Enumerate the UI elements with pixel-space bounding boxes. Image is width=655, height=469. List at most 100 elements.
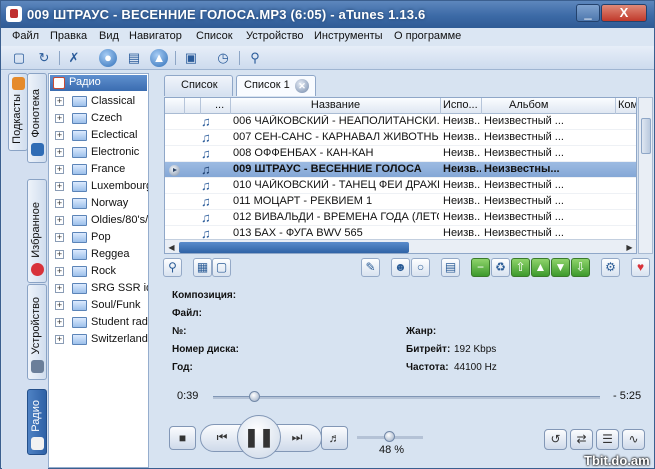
menu-about[interactable]: О программе [394, 30, 461, 42]
tree-item[interactable]: + Oldies/80's/ [49, 212, 148, 229]
stop-button[interactable]: ■ [169, 426, 196, 450]
settings-icon[interactable]: ⚙ [601, 258, 620, 277]
expand-icon[interactable]: + [55, 182, 64, 191]
tree-item[interactable]: + Classical [49, 93, 148, 110]
menu-navigator[interactable]: Навигатор [129, 30, 182, 42]
volume-slider[interactable] [357, 431, 423, 443]
tree-item[interactable]: + Soul/Funk [49, 297, 148, 314]
search-icon[interactable]: ⚲ [163, 258, 182, 277]
table-row[interactable]: ♫ 011 МОЦАРТ - РЕКВИЕМ 1 Неизв... Неизвестн… [165, 194, 636, 210]
tab-device[interactable]: Устройство [27, 284, 47, 380]
tab-playlist[interactable]: Список [164, 75, 233, 96]
expand-icon[interactable]: + [55, 301, 64, 310]
heart-icon[interactable]: ♥ [631, 258, 650, 277]
tree-item[interactable]: + Pop [49, 229, 148, 246]
scroll-right-icon[interactable]: ▶ [624, 242, 635, 253]
menu-playlist[interactable]: Список [196, 30, 233, 42]
vertical-scrollbar[interactable] [638, 97, 653, 254]
playlist-mode-button[interactable]: ☰ [596, 429, 619, 450]
col-comment[interactable]: Ком [616, 98, 636, 114]
volume-knob[interactable] [383, 431, 395, 442]
table-row[interactable]: ♫ 007 СЕН-САНС - КАРНАВАЛ ЖИВОТНЫ... Неизв… [165, 130, 636, 146]
edit-tags-icon[interactable]: ✎ [361, 258, 380, 277]
add-files-icon[interactable]: ▦ [193, 258, 212, 277]
horizontal-scrollbar[interactable]: ◀ ▶ [165, 239, 636, 253]
expand-icon[interactable]: + [55, 233, 64, 242]
table-row[interactable]: ♫ 012 ВИВАЛЬДИ - ВРЕМЕНА ГОДА (ЛЕТО) Неизв… [165, 210, 636, 226]
col-more[interactable]: ... [201, 98, 231, 114]
expand-icon[interactable]: + [55, 97, 64, 106]
menu-tools[interactable]: Инструменты [314, 30, 383, 42]
menu-view[interactable]: Вид [99, 30, 119, 42]
shuffle-button[interactable]: ⇄ [570, 429, 593, 450]
minimize-button[interactable]: _ [576, 4, 600, 22]
open-folder-icon[interactable]: ▢ [212, 258, 231, 277]
search-icon[interactable]: ⚲ [246, 49, 264, 67]
window-icon[interactable]: ▤ [125, 49, 143, 67]
folder-icon[interactable]: ▢ [10, 49, 28, 67]
tree-item[interactable]: + Rock [49, 263, 148, 280]
move-down-icon[interactable]: ▼ [551, 258, 570, 277]
expand-icon[interactable]: + [55, 131, 64, 140]
menu-edit[interactable]: Правка [50, 30, 87, 42]
col-favorite[interactable] [185, 98, 201, 114]
tab-podcasts[interactable]: Подкасты [8, 73, 28, 151]
cd-icon[interactable]: ○ [411, 258, 430, 277]
repeat-button[interactable]: ↺ [544, 429, 567, 450]
globe-icon[interactable]: ● [99, 49, 117, 67]
tree-item[interactable]: + Electronic [49, 144, 148, 161]
tree-item[interactable]: + Norway [49, 195, 148, 212]
col-play[interactable] [165, 98, 185, 114]
pause-button[interactable]: ❚❚ [237, 415, 281, 459]
horizontal-scroll-thumb[interactable] [179, 242, 409, 253]
table-row[interactable]: ♫ 009 ШТРАУС - ВЕСЕННИЕ ГОЛОСА Неизв...Неи… [165, 162, 636, 178]
scroll-left-icon[interactable]: ◀ [166, 242, 177, 253]
menu-file[interactable]: Файл [12, 30, 39, 42]
expand-icon[interactable]: + [55, 267, 64, 276]
expand-icon[interactable]: + [55, 284, 64, 293]
clear-icon[interactable]: ♻ [491, 258, 510, 277]
move-bottom-icon[interactable]: ⇩ [571, 258, 590, 277]
progress-knob[interactable] [249, 391, 261, 402]
move-up-icon[interactable]: ▲ [531, 258, 550, 277]
close-tab-icon[interactable]: ✕ [295, 79, 309, 93]
col-artist[interactable]: Испо... [441, 98, 482, 114]
tree-item[interactable]: + Luxembourg [49, 178, 148, 195]
vertical-scroll-thumb[interactable] [641, 118, 651, 154]
tab-favorites[interactable]: Избранное [27, 179, 47, 283]
table-row[interactable]: ♫ 006 ЧАЙКОВСКИЙ - НЕАПОЛИТАНСКИ... Неизв.… [165, 114, 636, 130]
expand-icon[interactable]: + [55, 114, 64, 123]
tree-item[interactable]: + Eclectical [49, 127, 148, 144]
tree-item[interactable]: + Student rad [49, 314, 148, 331]
close-button[interactable]: X [601, 4, 647, 22]
equalizer-button[interactable]: ∿ [622, 429, 645, 450]
tree-item[interactable]: + SRG SSR ide [49, 280, 148, 297]
upload-icon[interactable]: ▲ [150, 49, 168, 67]
artist-info-icon[interactable]: ☻ [391, 258, 410, 277]
previous-button[interactable]: ⏮ [210, 428, 234, 448]
col-title[interactable]: Название [231, 98, 441, 114]
radio-tree-header[interactable]: Радио [50, 75, 147, 91]
menu-device[interactable]: Устройство [246, 30, 304, 42]
expand-icon[interactable]: + [55, 335, 64, 344]
tree-item[interactable]: + Czech [49, 110, 148, 127]
tab-playlist-1[interactable]: Список 1 ✕ [236, 75, 316, 96]
remove-icon[interactable]: − [471, 258, 490, 277]
expand-icon[interactable]: + [55, 216, 64, 225]
tools-icon[interactable]: ✗ [65, 49, 83, 67]
table-row[interactable]: ♫ 010 ЧАЙКОВСКИЙ - ТАНЕЦ ФЕИ ДРАЖЕ Неизв..… [165, 178, 636, 194]
clock-icon[interactable]: ◷ [214, 49, 232, 67]
expand-icon[interactable]: + [55, 199, 64, 208]
refresh-icon[interactable]: ↻ [35, 49, 53, 67]
progress-track[interactable] [213, 396, 600, 399]
mute-button[interactable]: ♬ [321, 426, 348, 450]
export-icon[interactable]: ▣ [182, 49, 200, 67]
expand-icon[interactable]: + [55, 318, 64, 327]
next-button[interactable]: ⏭ [285, 428, 309, 448]
tab-library[interactable]: Фонотека [27, 73, 47, 163]
expand-icon[interactable]: + [55, 148, 64, 157]
properties-icon[interactable]: ▤ [441, 258, 460, 277]
tree-item[interactable]: + Reggea [49, 246, 148, 263]
move-top-icon[interactable]: ⇧ [511, 258, 530, 277]
tab-radio[interactable]: Радио [27, 389, 47, 455]
